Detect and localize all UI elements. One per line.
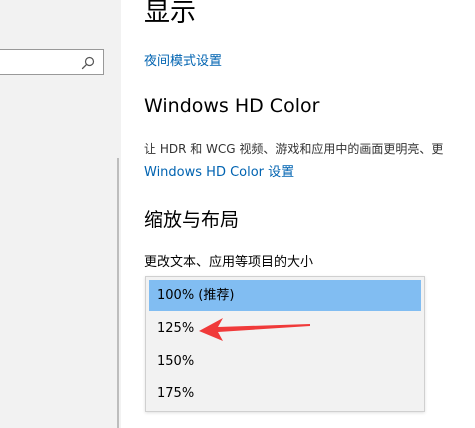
main-content: 显示 夜间模式设置 Windows HD Color 让 HDR 和 WCG 视…: [121, 0, 475, 428]
page-title: 显示: [144, 0, 197, 28]
scale-option-100[interactable]: 100% (推荐): [149, 280, 421, 311]
scale-layout-heading: 缩放与布局: [144, 209, 240, 231]
search-input[interactable]: [0, 50, 88, 74]
search-icon[interactable]: [81, 56, 95, 70]
hd-color-description: 让 HDR 和 WCG 视频、游戏和应用中的画面更明亮、更: [144, 142, 444, 156]
hd-color-settings-link[interactable]: Windows HD Color 设置: [144, 164, 294, 182]
scale-option-150[interactable]: 150%: [149, 346, 421, 377]
search-box[interactable]: [0, 49, 104, 75]
scale-dropdown-label: 更改文本、应用等项目的大小: [144, 255, 314, 270]
sidebar-scrollbar[interactable]: [117, 158, 119, 428]
scale-dropdown-list[interactable]: 100% (推荐) 125% 150% 175%: [145, 276, 425, 412]
scale-option-175[interactable]: 175%: [149, 378, 421, 409]
sidebar: [0, 0, 121, 428]
hd-color-heading: Windows HD Color: [144, 95, 320, 117]
red-arrow-icon: [199, 318, 310, 341]
night-light-settings-link[interactable]: 夜间模式设置: [144, 53, 222, 71]
